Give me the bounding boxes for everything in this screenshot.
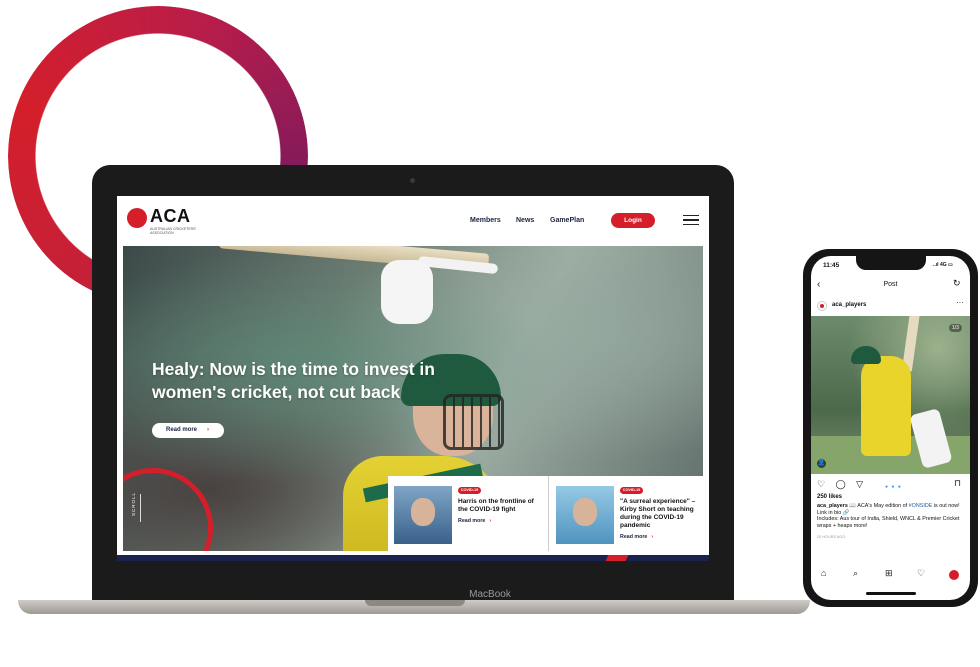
news-card[interactable]: COVID-19 "A surreal experience" – Kirby …	[550, 476, 703, 551]
post-actions-icons[interactable]: ♡ ◯ ▽	[817, 479, 867, 490]
hero-headline[interactable]: Healy: Now is the time to invest in wome…	[152, 358, 452, 404]
scroll-label: SCROLL	[131, 491, 136, 516]
bookmark-icon[interactable]: ⊓	[954, 478, 961, 489]
person-face-image	[411, 498, 435, 526]
aca-logo-icon[interactable]	[127, 208, 147, 228]
more-options-icon[interactable]: ···	[956, 298, 964, 307]
chevron-right-icon: ›	[651, 534, 654, 540]
hero-read-more-button[interactable]: Read more ›	[152, 423, 224, 438]
helmet-grille-image	[443, 394, 504, 450]
caption-text: 📖 ACA's May edition of	[849, 503, 909, 509]
phone-notch	[856, 256, 926, 270]
post-timestamp: 20 HOURS AGO	[817, 535, 846, 539]
avatar[interactable]	[817, 301, 827, 311]
add-post-icon[interactable]: ⊞	[885, 568, 893, 579]
status-icons: ..ıl 4G ▭	[933, 262, 953, 268]
hamburger-menu-icon[interactable]	[683, 215, 699, 225]
card-read-more-link[interactable]: Read more ›	[620, 534, 653, 540]
batting-glove-image	[381, 260, 433, 324]
phone-screen: 11:45 ..ıl 4G ▭ ‹ Post ↻ aca_players ···…	[811, 256, 970, 600]
status-time: 11:45	[823, 262, 840, 269]
site-logo[interactable]: ACA	[150, 206, 191, 227]
likes-count[interactable]: 250 likes	[817, 494, 842, 500]
hero-banner: Healy: Now is the time to invest in wome…	[123, 246, 703, 551]
activity-heart-icon[interactable]: ♡	[917, 568, 925, 579]
read-more-label: Read more	[620, 534, 648, 540]
site-header: ACA AUSTRALIAN CRICKETERS' ASSOCIATION M…	[117, 196, 709, 244]
helmet-image	[851, 346, 881, 364]
card-thumbnail[interactable]	[556, 486, 614, 544]
card-title[interactable]: "A surreal experience" – Kirby Short on …	[620, 498, 703, 530]
read-more-label: Read more	[166, 427, 198, 433]
profile-avatar-icon[interactable]	[949, 570, 959, 580]
site-logo-subtitle: AUSTRALIAN CRICKETERS' ASSOCIATION	[150, 227, 197, 235]
screen-bottom-accent	[605, 555, 629, 561]
image-counter: 1/3	[949, 324, 962, 332]
nav-members[interactable]: Members	[470, 217, 501, 224]
chevron-right-icon: ›	[207, 427, 210, 433]
home-icon[interactable]: ⌂	[821, 568, 826, 578]
refresh-icon[interactable]: ↻	[953, 278, 961, 289]
card-title[interactable]: Harris on the frontline of the COVID-19 …	[458, 498, 543, 514]
category-badge: COVID-19	[458, 487, 481, 494]
card-thumbnail[interactable]	[394, 486, 452, 544]
card-divider	[548, 476, 549, 551]
nav-news[interactable]: News	[516, 217, 534, 224]
login-button[interactable]: Login	[611, 213, 655, 228]
laptop-camera	[410, 178, 415, 183]
read-more-label: Read more	[458, 518, 486, 524]
post-username[interactable]: aca_players	[832, 302, 866, 308]
caption-line-2: Includes: Aus tour of India, Shield, WNC…	[817, 516, 960, 529]
bottom-tab-bar: ⌂ ⌕ ⊞ ♡	[811, 564, 970, 584]
laptop-hinge-notch	[365, 600, 465, 606]
decorative-arc	[123, 468, 213, 551]
news-card[interactable]: COVID-19 Harris on the frontline of the …	[388, 476, 548, 551]
carousel-dots: ● ● ●	[885, 484, 902, 490]
post-header-title: Post	[883, 281, 898, 288]
home-indicator	[866, 592, 916, 595]
post-image[interactable]	[811, 316, 970, 474]
news-cards: COVID-19 Harris on the frontline of the …	[388, 476, 703, 551]
caption-hashtag[interactable]: #ONSIDE	[909, 503, 933, 509]
caption-username[interactable]: aca_players	[817, 503, 848, 509]
card-read-more-link[interactable]: Read more ›	[458, 518, 491, 524]
player-image	[861, 356, 911, 456]
category-badge: COVID-19	[620, 487, 643, 494]
user-tag-icon[interactable]: 👤	[817, 459, 826, 468]
person-face-image	[573, 498, 597, 526]
chevron-right-icon: ›	[489, 518, 492, 524]
scroll-indicator-line	[140, 494, 141, 522]
laptop-screen: ACA AUSTRALIAN CRICKETERS' ASSOCIATION M…	[117, 196, 709, 561]
search-icon[interactable]: ⌕	[853, 568, 858, 579]
nav-gameplan[interactable]: GamePlan	[550, 217, 584, 224]
post-caption: aca_players 📖 ACA's May edition of #ONSI…	[817, 503, 967, 529]
